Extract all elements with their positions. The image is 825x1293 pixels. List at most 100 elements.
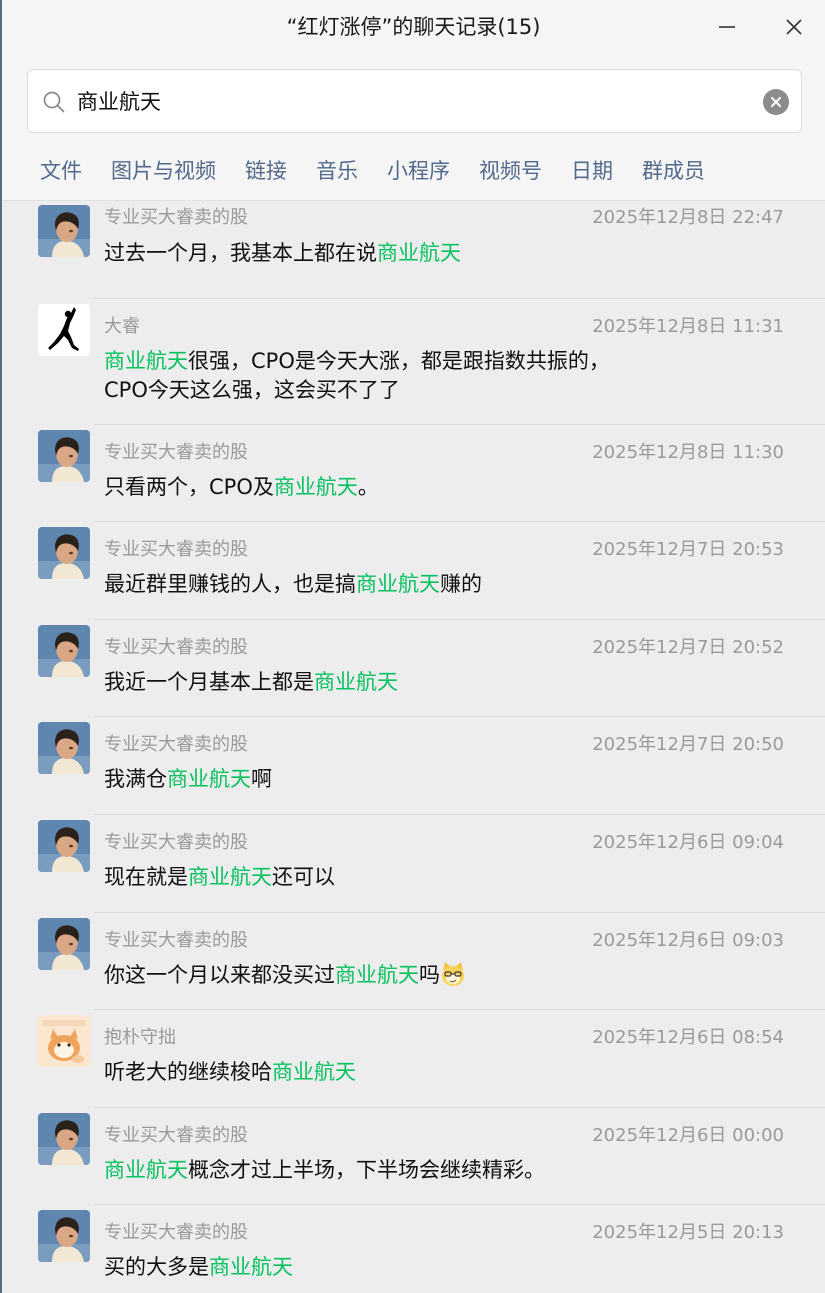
message-text: 商业航天很强，CPO是今天大涨，都是跟指数共振的， CPO今天这么强，这会买不了… <box>104 347 794 405</box>
keyword-highlight: 商业航天 <box>104 348 188 373</box>
message-time: 2025年12月6日 08:54 <box>592 1027 784 1049</box>
filter-tabs: 文件 图片与视频 链接 音乐 小程序 视频号 日期 群成员 <box>40 155 734 187</box>
avatar[interactable] <box>38 429 90 482</box>
message-text: 你这一个月以来都没买过商业航天吗 <box>104 961 794 990</box>
keyword-highlight: 商业航天 <box>272 1060 356 1085</box>
message-fragment: 买的大多是 <box>104 1255 209 1280</box>
keyword-highlight: 商业航天 <box>209 1255 293 1280</box>
smirk-cat-emoji-icon <box>440 961 466 987</box>
message-time: 2025年12月7日 20:50 <box>592 734 784 756</box>
filter-tab[interactable]: 日期 <box>571 156 613 186</box>
message-text: 我满仓商业航天啊 <box>104 765 794 794</box>
message-time: 2025年12月5日 20:13 <box>592 1222 784 1244</box>
keyword-highlight: 商业航天 <box>335 962 419 987</box>
keyword-highlight: 商业航天 <box>314 669 398 694</box>
chat-history-window: “红灯涨停”的聊天记录(15) 商业航天 文件 图片与视频 链接 音乐 小程序 … <box>2 0 825 1293</box>
search-result-item[interactable]: 大睿 2025年12月8日 11:31 商业航天很强，CPO是今天大涨，都是跟指数共… <box>2 299 825 425</box>
avatar[interactable] <box>38 722 90 775</box>
message-fragment: 。 <box>357 474 379 499</box>
search-result-item[interactable]: 专业买大睿卖的股 2025年12月7日 20:50 我满仓商业航天啊 <box>2 717 825 815</box>
search-results-list: 专业买大睿卖的股 2025年12月8日 22:47 过去一个月，我基本上都在说商业航… <box>2 201 825 1293</box>
filter-tab[interactable]: 文件 <box>40 156 82 186</box>
header: “红灯涨停”的聊天记录(15) 商业航天 文件 图片与视频 链接 音乐 小程序 … <box>2 0 825 201</box>
sender-name: 专业买大睿卖的股 <box>104 441 248 463</box>
message-fragment: 最近群里赚钱的人，也是搞 <box>104 572 356 597</box>
search-result-item[interactable]: 专业买大睿卖的股 2025年12月7日 20:53 最近群里赚钱的人，也是搞商业航天… <box>2 522 825 620</box>
message-text: 最近群里赚钱的人，也是搞商业航天赚的 <box>104 570 794 599</box>
avatar[interactable] <box>38 205 90 257</box>
avatar[interactable] <box>38 819 90 872</box>
message-fragment: 啊 <box>251 767 272 792</box>
avatar[interactable] <box>38 1210 90 1263</box>
search-result-item[interactable]: 抱朴守拙 2025年12月6日 08:54 听老大的继续梭哈商业航天 <box>2 1010 825 1108</box>
message-time: 2025年12月8日 11:30 <box>592 441 784 463</box>
sender-name: 专业买大睿卖的股 <box>104 734 248 756</box>
keyword-highlight: 商业航天 <box>167 767 251 792</box>
search-result-item[interactable]: 专业买大睿卖的股 2025年12月8日 11:30 只看两个，CPO及商业航天。 <box>2 425 825 523</box>
close-icon <box>786 19 802 35</box>
sender-name: 抱朴守拙 <box>104 1027 176 1049</box>
message-time: 2025年12月8日 22:47 <box>592 207 784 228</box>
message-text: 听老大的继续梭哈商业航天 <box>104 1058 794 1087</box>
message-fragment: 现在就是 <box>104 864 188 889</box>
message-fragment: 吗 <box>419 962 440 987</box>
window-title: “红灯涨停”的聊天记录(15) <box>286 15 541 39</box>
avatar[interactable] <box>38 303 90 356</box>
message-time: 2025年12月6日 09:03 <box>592 929 784 951</box>
message-fragment: 过去一个月，我基本上都在说 <box>104 241 377 265</box>
keyword-highlight: 商业航天 <box>356 572 440 597</box>
minimize-icon <box>719 26 735 28</box>
search-icon <box>43 91 65 113</box>
sender-name: 专业买大睿卖的股 <box>104 1222 248 1244</box>
filter-tab[interactable]: 链接 <box>245 156 287 186</box>
sender-name: 专业买大睿卖的股 <box>104 1124 248 1146</box>
filter-tab[interactable]: 群成员 <box>642 156 705 186</box>
minimize-button[interactable] <box>712 12 742 42</box>
message-text: 我近一个月基本上都是商业航天 <box>104 668 794 697</box>
keyword-highlight: 商业航天 <box>273 474 358 499</box>
clear-icon <box>771 97 781 107</box>
keyword-highlight: 商业航天 <box>188 864 272 889</box>
close-button[interactable] <box>779 12 809 42</box>
avatar[interactable] <box>38 624 90 677</box>
avatar[interactable] <box>38 527 90 580</box>
filter-tab[interactable]: 视频号 <box>479 156 542 186</box>
avatar[interactable] <box>38 1015 90 1068</box>
message-time: 2025年12月6日 00:00 <box>592 1124 784 1146</box>
filter-tab[interactable]: 小程序 <box>387 156 450 186</box>
search-input[interactable] <box>77 85 717 117</box>
message-fragment: 听老大的继续梭哈 <box>104 1060 272 1085</box>
sender-name: 专业买大睿卖的股 <box>104 831 248 853</box>
message-text: 商业航天概念才过上半场，下半场会继续精彩。 <box>104 1156 794 1185</box>
search-result-item[interactable]: 专业买大睿卖的股 2025年12月7日 20:52 我近一个月基本上都是商业航天 <box>2 620 825 718</box>
message-fragment: 你这一个月以来都没买过 <box>104 962 335 987</box>
message-fragment: 概念才过上半场，下半场会继续精彩。 <box>188 1157 545 1182</box>
sender-name: 专业买大睿卖的股 <box>104 539 248 561</box>
message-fragment: 只看两个，CPO及 <box>104 474 274 499</box>
search-result-item[interactable]: 专业买大睿卖的股 2025年12月6日 09:03 你这一个月以来都没买过商业航天吗 <box>2 913 825 1011</box>
message-text: 买的大多是商业航天 <box>104 1253 794 1282</box>
search-box[interactable] <box>27 69 802 133</box>
search-result-item[interactable]: 专业买大睿卖的股 2025年12月5日 20:13 买的大多是商业航天 <box>2 1205 825 1293</box>
message-fragment: 还可以 <box>272 864 335 889</box>
message-time: 2025年12月7日 20:52 <box>592 636 784 658</box>
search-result-item[interactable]: 专业买大睿卖的股 2025年12月6日 00:00 商业航天概念才过上半场，下半场会… <box>2 1108 825 1206</box>
message-text: 现在就是商业航天还可以 <box>104 863 794 892</box>
message-time: 2025年12月6日 09:04 <box>592 831 784 853</box>
sender-name: 专业买大睿卖的股 <box>104 207 248 228</box>
avatar[interactable] <box>38 1112 90 1165</box>
sender-name: 专业买大睿卖的股 <box>104 929 248 951</box>
message-time: 2025年12月8日 11:31 <box>592 315 784 337</box>
filter-tab[interactable]: 图片与视频 <box>111 156 216 186</box>
search-result-item[interactable]: 专业买大睿卖的股 2025年12月6日 09:04 现在就是商业航天还可以 <box>2 815 825 913</box>
search-result-item[interactable]: 专业买大睿卖的股 2025年12月8日 22:47 过去一个月，我基本上都在说商业航… <box>2 201 825 299</box>
message-text: 过去一个月，我基本上都在说商业航天 <box>104 239 794 268</box>
sender-name: 专业买大睿卖的股 <box>104 636 248 658</box>
message-fragment: 我近一个月基本上都是 <box>104 669 314 694</box>
avatar[interactable] <box>38 917 90 970</box>
filter-tab[interactable]: 音乐 <box>316 156 358 186</box>
message-time: 2025年12月7日 20:53 <box>592 539 784 561</box>
keyword-highlight: 商业航天 <box>377 241 461 265</box>
clear-search-button[interactable] <box>763 89 789 115</box>
keyword-highlight: 商业航天 <box>104 1157 188 1182</box>
